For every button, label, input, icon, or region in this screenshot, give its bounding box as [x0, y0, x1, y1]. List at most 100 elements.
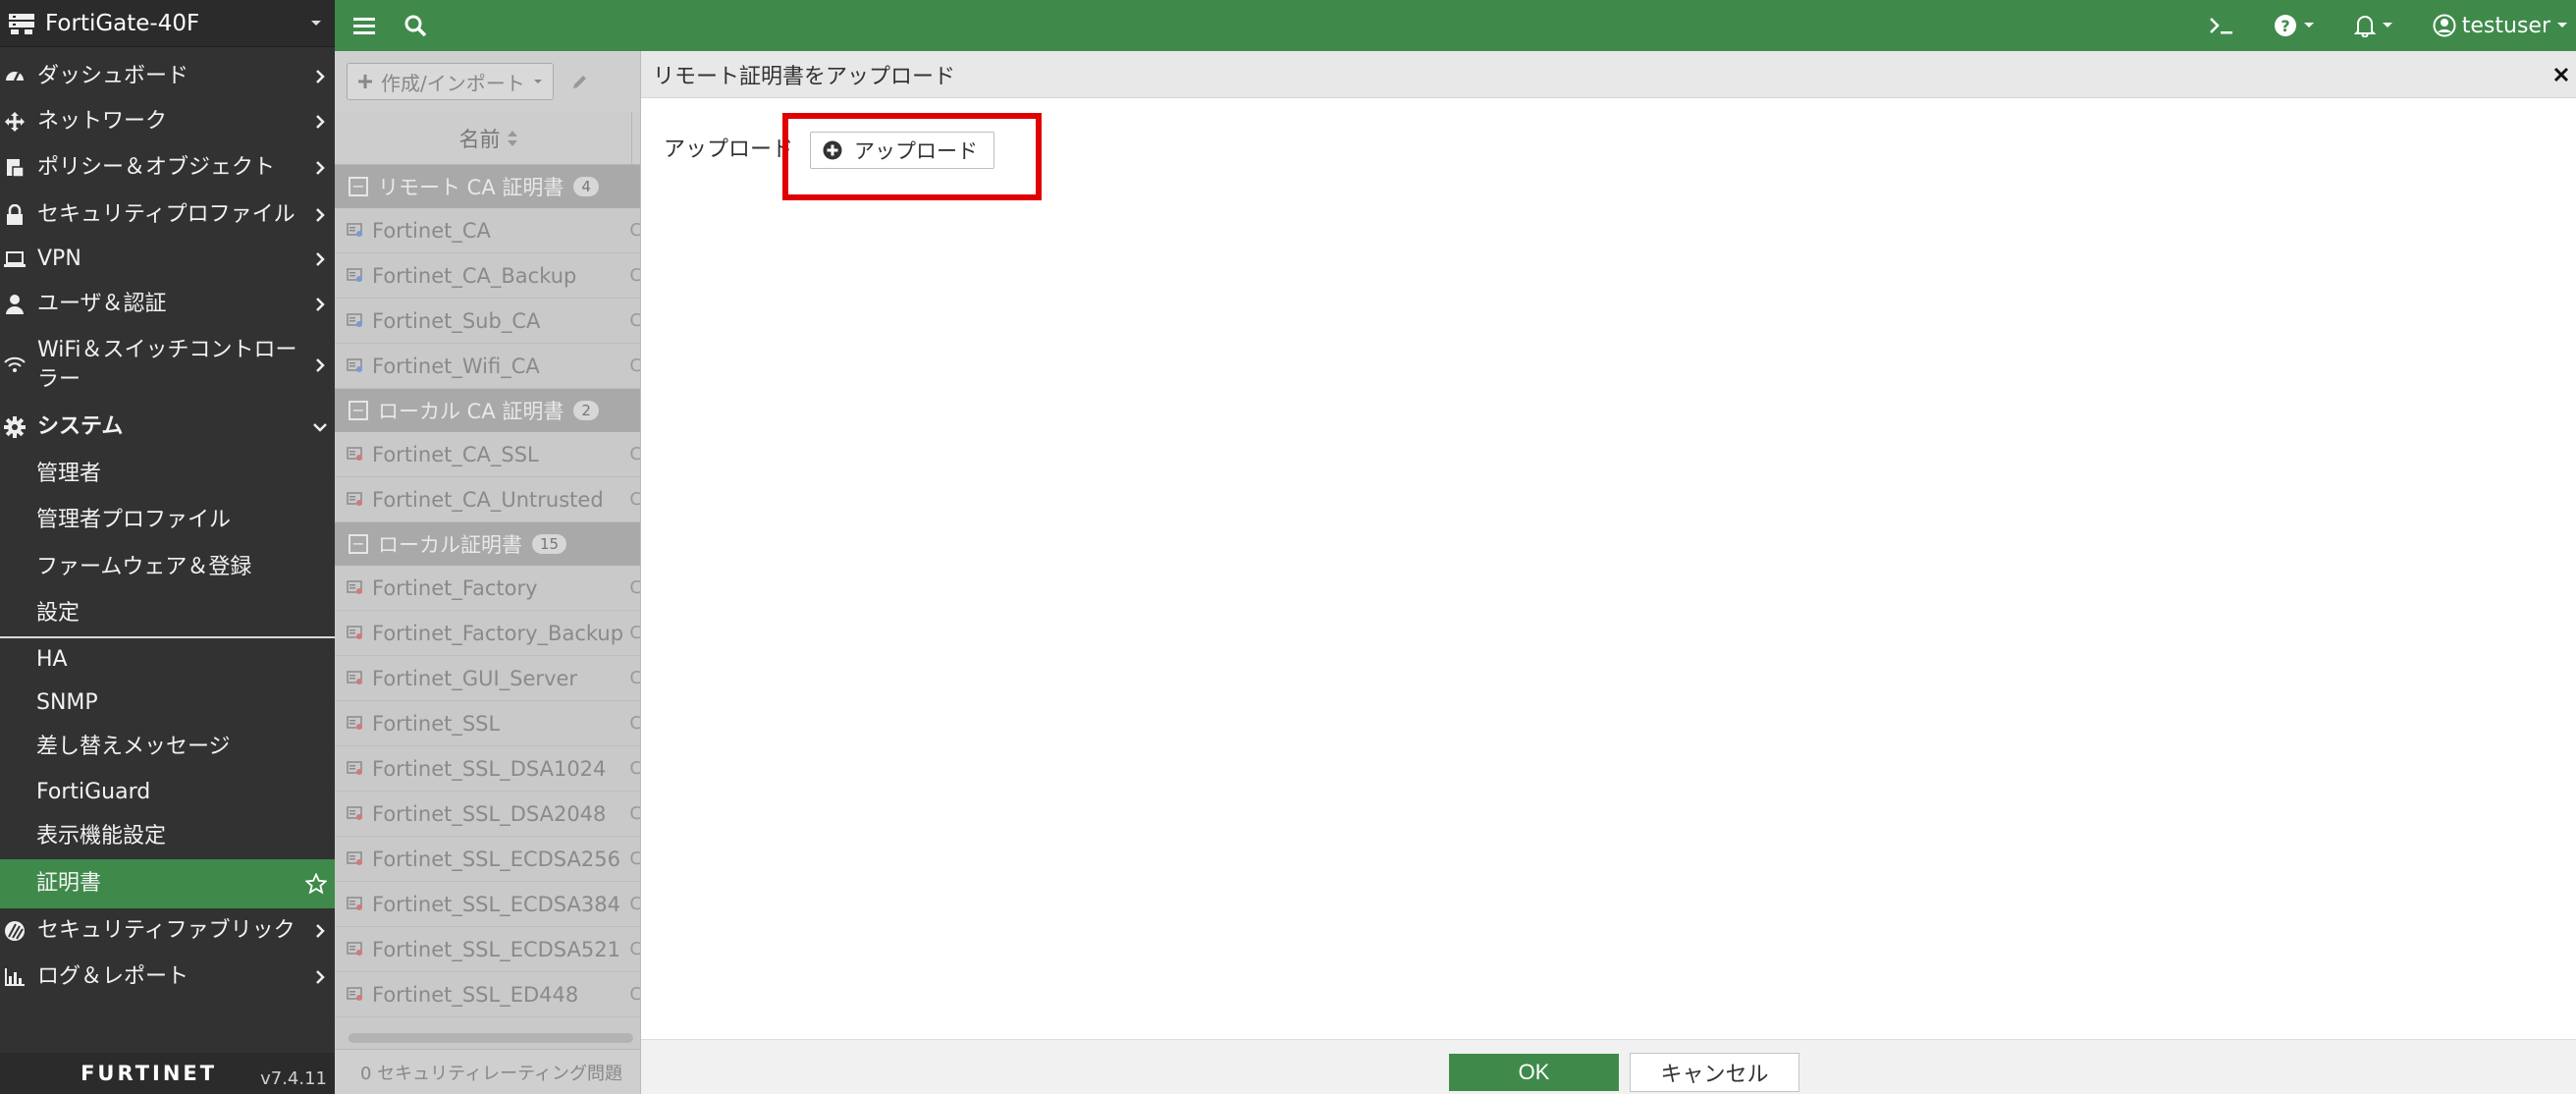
- laptop-icon: [2, 250, 27, 268]
- chevron-right-icon: [305, 923, 335, 939]
- group-label: ローカル CA 証明書: [378, 400, 564, 423]
- ok-button[interactable]: OK: [1449, 1054, 1619, 1091]
- fortinet-logo: FURTINET: [80, 1062, 218, 1085]
- table-row[interactable]: Fortinet_Wifi_CA: [335, 344, 642, 389]
- dialog-footer: OK キャンセル: [641, 1039, 2576, 1094]
- sidebar-item-replacement-messages[interactable]: 差し替えメッセージ: [0, 732, 335, 763]
- policy-document-icon: [2, 157, 27, 179]
- sidebar-item-label: 設定: [36, 601, 80, 627]
- table-row[interactable]: Fortinet_GUI_Server: [335, 656, 642, 701]
- close-icon[interactable]: [2547, 60, 2576, 89]
- sidebar-item-certificates[interactable]: 証明書: [0, 859, 335, 908]
- sidebar-item-snmp[interactable]: SNMP: [0, 687, 335, 719]
- sidebar-item-label: SNMP: [36, 690, 98, 716]
- dialog-title: リモート証明書をアップロード: [653, 64, 956, 89]
- certificate-group-header[interactable]: − ローカル CA 証明書 2: [335, 389, 642, 432]
- sidebar-item-label: ユーザ＆認証: [37, 292, 167, 317]
- sidebar-item-label: 証明書: [36, 871, 102, 897]
- sidebar-item-label: HA: [36, 647, 68, 673]
- sidebar-item-log-report[interactable]: ログ＆レポート: [0, 961, 335, 993]
- gear-icon: [2, 416, 27, 438]
- sidebar-item-security-profiles[interactable]: セキュリティプロファイル: [0, 199, 335, 231]
- table-row[interactable]: Fortinet_SSL_DSA1024: [335, 746, 642, 792]
- table-row[interactable]: Fortinet_CA_Untrusted: [335, 477, 642, 522]
- column-header-name[interactable]: 名前: [335, 112, 642, 165]
- sidebar-item-vpn[interactable]: VPN: [0, 244, 335, 275]
- table-row[interactable]: Fortinet_SSL_DSA2048: [335, 792, 642, 837]
- table-row[interactable]: Fortinet_SSL: [335, 701, 642, 746]
- certificate-name: Fortinet_Factory_Backup: [372, 621, 624, 645]
- table-row[interactable]: Fortinet_CA: [335, 208, 642, 253]
- chevron-right-icon: [305, 357, 335, 373]
- device-selector[interactable]: FortiGate-40F: [0, 0, 335, 47]
- certificate-name: Fortinet_SSL_DSA2048: [372, 801, 607, 826]
- upload-button[interactable]: アップロード: [810, 132, 994, 169]
- security-rating-status: 0 セキュリティレーティング問題: [335, 1049, 642, 1094]
- table-row[interactable]: Fortinet_Sub_CA: [335, 299, 642, 344]
- pencil-edit-icon[interactable]: [571, 73, 589, 90]
- sidebar-item-network[interactable]: ネットワーク: [0, 106, 335, 137]
- sidebar-item-label: ネットワーク: [37, 109, 168, 135]
- table-row[interactable]: Fortinet_SSL_ECDSA256: [335, 837, 642, 882]
- certificate-name: Fortinet_GUI_Server: [372, 666, 578, 690]
- certificate-icon: [347, 941, 364, 957]
- certificate-group-header[interactable]: − ローカル証明書 15: [335, 522, 642, 566]
- search-icon[interactable]: [403, 14, 427, 37]
- create-import-button[interactable]: 作成/インポート: [347, 63, 554, 100]
- sidebar-item-wifi-switch[interactable]: WiFi＆スイッチコントローラー: [0, 334, 335, 397]
- collapse-icon[interactable]: −: [349, 534, 368, 554]
- group-count-badge: 15: [532, 534, 567, 554]
- sidebar-item-label: ファームウェア＆登録: [36, 555, 252, 580]
- table-row[interactable]: Fortinet_SSL_ECDSA521: [335, 927, 642, 972]
- sidebar-footer: FURTINET v7.4.11: [0, 1053, 335, 1094]
- sidebar-item-label: セキュリティプロファイル: [37, 202, 295, 228]
- chevron-down-icon: [305, 422, 335, 432]
- sidebar-item-dashboard[interactable]: ダッシュボード: [0, 61, 335, 92]
- table-row[interactable]: Fortinet_SSL_ED448: [335, 972, 642, 1017]
- sidebar-item-feature-visibility[interactable]: 表示機能設定: [0, 821, 335, 852]
- certificate-list: 作成/インポート 名前 −リモート CA 証明書4Fortinet_CAFort…: [335, 51, 642, 1094]
- hamburger-menu-icon[interactable]: [352, 16, 376, 35]
- user-menu[interactable]: testuser: [2433, 14, 2568, 38]
- sidebar-item-label: システム: [37, 414, 124, 440]
- sidebar-item-admin-profiles[interactable]: 管理者プロファイル: [0, 505, 335, 536]
- table-row[interactable]: Fortinet_CA_SSL: [335, 432, 642, 477]
- chevron-right-icon: [305, 69, 335, 84]
- collapse-icon[interactable]: −: [349, 401, 368, 420]
- group-count-badge: 2: [573, 401, 599, 420]
- help-question-icon: ?: [2274, 14, 2297, 37]
- table-row[interactable]: Fortinet_CA_Backup: [335, 253, 642, 299]
- lock-icon: [2, 204, 27, 226]
- firmware-version: v7.4.11: [260, 1067, 327, 1089]
- cli-console-icon[interactable]: [2209, 15, 2234, 36]
- sidebar-item-security-fabric[interactable]: セキュリティファブリック: [0, 915, 335, 947]
- sidebar-item-administrators[interactable]: 管理者: [0, 459, 335, 490]
- help-menu[interactable]: ?: [2274, 14, 2315, 37]
- sidebar: FortiGate-40F ダッシュボード ネットワーク ポリシー＆オブジェクト…: [0, 0, 335, 1094]
- sidebar-item-policy-objects[interactable]: ポリシー＆オブジェクト: [0, 152, 335, 184]
- sidebar-item-user-auth[interactable]: ユーザ＆認証: [0, 289, 335, 320]
- collapse-icon[interactable]: −: [349, 177, 368, 196]
- table-row[interactable]: Fortinet_Factory_Backup: [335, 611, 642, 656]
- table-row[interactable]: Fortinet_Factory: [335, 566, 642, 611]
- table-row[interactable]: Fortinet_SSL_ECDSA384: [335, 882, 642, 927]
- sidebar-item-ha[interactable]: HA: [0, 644, 335, 676]
- chevron-right-icon: [305, 114, 335, 130]
- sidebar-item-firmware-registration[interactable]: ファームウェア＆登録: [0, 552, 335, 583]
- certificate-icon: [347, 579, 364, 596]
- sidebar-item-fortiguard[interactable]: FortiGuard: [0, 777, 335, 808]
- certificate-icon: [347, 805, 364, 822]
- horizontal-scrollbar[interactable]: [349, 1033, 633, 1043]
- sidebar-item-system[interactable]: システム: [0, 410, 335, 444]
- caret-down-icon: [309, 19, 323, 28]
- caret-down-icon: [2303, 22, 2315, 29]
- cancel-button[interactable]: キャンセル: [1630, 1053, 1799, 1092]
- notifications-menu[interactable]: [2353, 14, 2393, 37]
- group-label: ローカル証明書: [378, 533, 522, 557]
- group-label: リモート CA 証明書: [378, 176, 564, 199]
- sidebar-item-settings[interactable]: 設定: [0, 598, 335, 629]
- certificate-name: Fortinet_CA_Untrusted: [372, 487, 604, 512]
- favorite-star-icon[interactable]: [301, 873, 331, 895]
- chevron-right-icon: [305, 297, 335, 312]
- certificate-group-header[interactable]: − リモート CA 証明書 4: [335, 165, 642, 208]
